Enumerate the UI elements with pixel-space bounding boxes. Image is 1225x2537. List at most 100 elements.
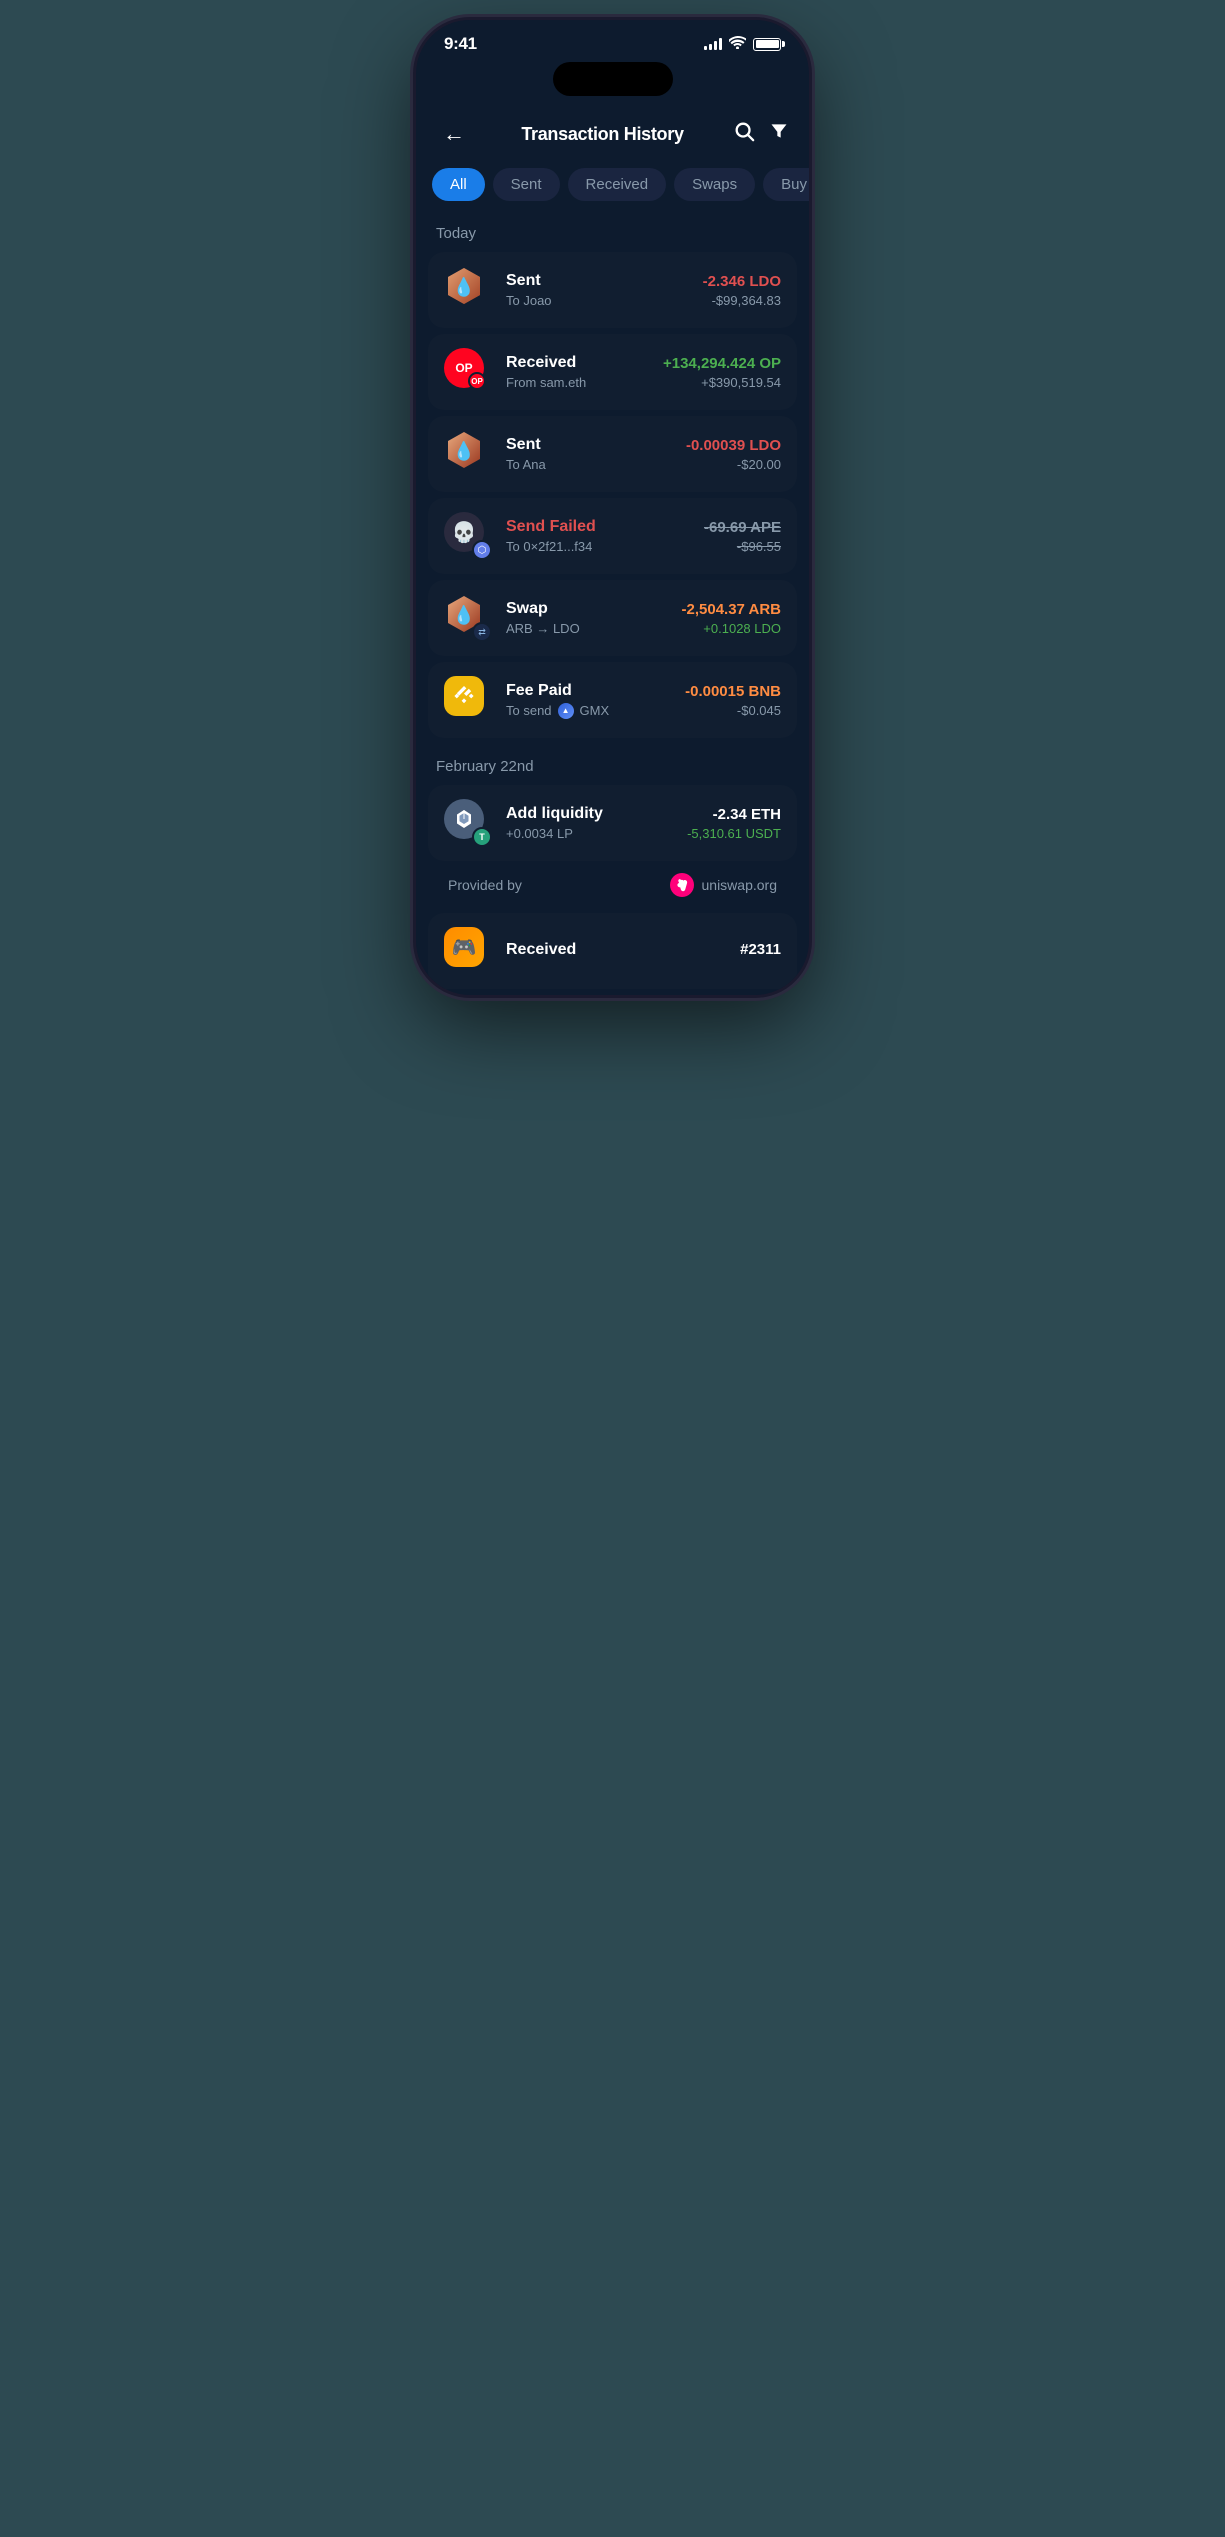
transaction-list-feb22: T Add liquidity +0.0034 LP -2.34 ETH -5,…: [416, 785, 809, 861]
tx-amount-primary: #2311: [740, 941, 781, 958]
table-row[interactable]: 💧 Sent To Ana -0.00039 LDO -$20.00: [428, 416, 797, 492]
gmx-icon: ▲: [558, 703, 574, 719]
transaction-list-today: 💧 Sent To Joao -2.346 LDO -$99,364.83 OP…: [416, 252, 809, 738]
tx-details: Swap ARB → LDO: [506, 600, 668, 636]
tx-amount-secondary: -$99,364.83: [703, 293, 781, 308]
tx-title: Received: [506, 354, 649, 372]
table-row[interactable]: T Add liquidity +0.0034 LP -2.34 ETH -5,…: [428, 785, 797, 861]
tx-icon-eth-lp: T: [444, 799, 492, 847]
section-label-feb22: February 22nd: [416, 750, 809, 785]
tx-title: Add liquidity: [506, 805, 673, 823]
table-row[interactable]: 💀 ⬡ Send Failed To 0×2f21...f34 -69.69 A…: [428, 498, 797, 574]
svg-text:💧: 💧: [453, 604, 475, 625]
tx-details: Received: [506, 941, 726, 962]
tx-amounts: -0.00039 LDO -$20.00: [686, 437, 781, 472]
tx-details: Add liquidity +0.0034 LP: [506, 805, 673, 841]
header: ← Transaction History: [416, 104, 809, 168]
phone-frame: 9:41 ← Transaction History: [416, 20, 809, 995]
tx-amounts: +134,294.424 OP +$390,519.54: [663, 355, 781, 390]
filter-icon[interactable]: [769, 120, 789, 148]
tx-amounts: -2.346 LDO -$99,364.83: [703, 273, 781, 308]
status-icons: [704, 36, 781, 52]
tx-title-failed: Send Failed: [506, 518, 690, 536]
tx-subtitle: +0.0034 LP: [506, 826, 673, 841]
tx-amount-primary: -2.346 LDO: [703, 273, 781, 290]
tx-subtitle: To Ana: [506, 457, 672, 472]
provided-by-row: Provided by uniswap.org: [428, 863, 797, 907]
tx-subtitle: ARB → LDO: [506, 621, 668, 636]
table-row[interactable]: 🎮 Received #2311: [428, 913, 797, 989]
ldo-hex-icon-2: 💧: [444, 430, 484, 470]
tx-icon-goemon: 🎮: [444, 927, 492, 975]
tab-swaps[interactable]: Swaps: [674, 168, 755, 201]
back-arrow-icon: ←: [443, 121, 465, 147]
header-actions: [733, 120, 789, 148]
tx-amount-primary: +134,294.424 OP: [663, 355, 781, 372]
op-icon: OP OP: [444, 348, 484, 388]
search-icon[interactable]: [733, 120, 755, 148]
ldo-hex-icon: 💧: [444, 266, 484, 306]
battery-icon: [753, 38, 781, 51]
tx-amount-secondary: -$96.55: [704, 539, 781, 554]
tx-icon-ldo-1: 💧: [444, 266, 492, 314]
tx-amounts: #2311: [740, 941, 781, 961]
uniswap-logo-icon: [670, 873, 694, 897]
usdt-badge-icon: T: [472, 827, 492, 847]
status-bar: 9:41: [416, 20, 809, 62]
bnb-icon: [444, 676, 484, 716]
tx-title: Fee Paid: [506, 682, 671, 700]
tx-details: Received From sam.eth: [506, 354, 649, 390]
page-title: Transaction History: [521, 124, 683, 145]
tx-amount-primary: -0.00015 BNB: [685, 683, 781, 700]
tx-title: Received: [506, 941, 726, 959]
tx-icon-op: OP OP: [444, 348, 492, 396]
tx-icon-ldo-2: 💧: [444, 430, 492, 478]
table-row[interactable]: Fee Paid To send ▲ GMX -0.00015 BNB -$0.…: [428, 662, 797, 738]
tx-amount-secondary: +0.1028 LDO: [682, 621, 782, 636]
tx-details: Sent To Joao: [506, 272, 689, 308]
provided-by-provider: uniswap.org: [702, 877, 778, 893]
eth-badge-icon: ⬡: [472, 540, 492, 560]
tx-amount-primary: -0.00039 LDO: [686, 437, 781, 454]
svg-text:💧: 💧: [453, 276, 475, 297]
tx-details: Send Failed To 0×2f21...f34: [506, 518, 690, 554]
tx-icon-arb-swap: 💧 ⇄: [444, 594, 492, 642]
tx-title: Sent: [506, 272, 689, 290]
dynamic-island: [553, 62, 673, 96]
tx-subtitle: From sam.eth: [506, 375, 649, 390]
provided-by-label: Provided by: [448, 877, 522, 893]
tab-all[interactable]: All: [432, 168, 485, 201]
svg-text:💧: 💧: [453, 440, 475, 461]
filter-tabs: All Sent Received Swaps Buy Se: [416, 168, 809, 217]
tx-title: Sent: [506, 436, 672, 454]
back-button[interactable]: ←: [436, 116, 472, 152]
tx-subtitle: To send ▲ GMX: [506, 703, 671, 719]
goemon-main-icon: 🎮: [444, 927, 484, 967]
tx-details: Sent To Ana: [506, 436, 672, 472]
table-row[interactable]: 💧 Sent To Joao -2.346 LDO -$99,364.83: [428, 252, 797, 328]
tx-details: Fee Paid To send ▲ GMX: [506, 682, 671, 719]
tab-buy[interactable]: Buy: [763, 168, 809, 201]
table-row[interactable]: OP OP Received From sam.eth +134,294.424…: [428, 334, 797, 410]
signal-icon: [704, 38, 722, 50]
table-row[interactable]: 💧 ⇄ Swap ARB → LDO -2,504.37 ARB +0.1028…: [428, 580, 797, 656]
tx-amount-secondary: -$0.045: [685, 703, 781, 718]
tx-amount-secondary: -$20.00: [686, 457, 781, 472]
tx-amount-primary: -2,504.37 ARB: [682, 601, 782, 618]
section-label-today: Today: [416, 217, 809, 252]
tx-amounts: -2,504.37 ARB +0.1028 LDO: [682, 601, 782, 636]
tx-subtitle: To 0×2f21...f34: [506, 539, 690, 554]
swap-badge-icon: ⇄: [472, 622, 492, 642]
tx-amount-secondary: +$390,519.54: [663, 375, 781, 390]
provided-by-value: uniswap.org: [670, 873, 778, 897]
tab-received[interactable]: Received: [568, 168, 667, 201]
op-badge: OP: [468, 372, 486, 390]
tx-amount-primary: -69.69 APE: [704, 519, 781, 536]
tx-amounts: -2.34 ETH -5,310.61 USDT: [687, 806, 781, 841]
tx-amounts: -0.00015 BNB -$0.045: [685, 683, 781, 718]
tx-amounts: -69.69 APE -$96.55: [704, 519, 781, 554]
tx-icon-bnb: [444, 676, 492, 724]
wifi-icon: [729, 36, 746, 52]
tx-amount-primary: -2.34 ETH: [687, 806, 781, 823]
tab-sent[interactable]: Sent: [493, 168, 560, 201]
